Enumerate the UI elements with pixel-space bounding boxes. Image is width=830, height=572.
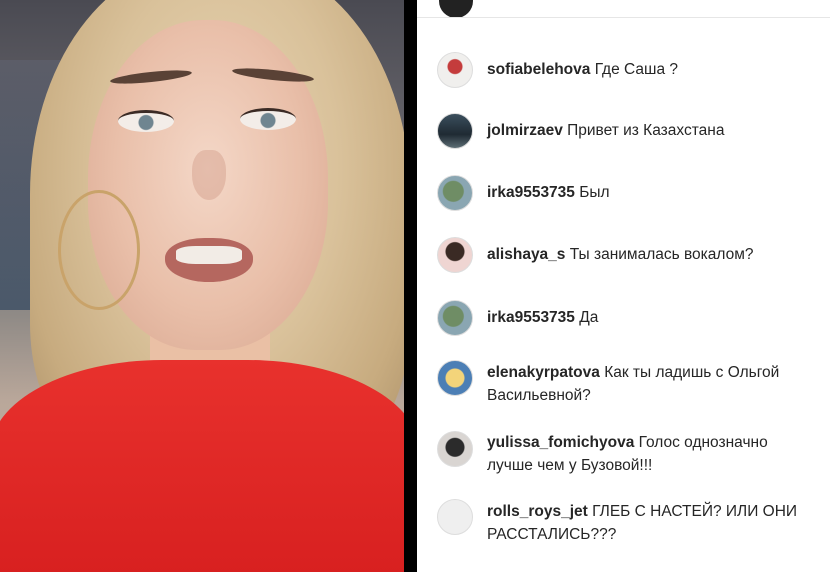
comment-text: Да: [579, 309, 599, 326]
comment-username[interactable]: irka9553735: [487, 184, 575, 201]
video-eye-right: [240, 108, 296, 130]
comment-text: Был: [579, 184, 610, 201]
comment-text: Ты занималась вокалом?: [569, 246, 754, 263]
comment-username[interactable]: rolls_roys_jet: [487, 503, 588, 520]
comment-item: sofiabelehova Где Саша ?: [437, 52, 827, 88]
video-eye-left: [118, 110, 174, 132]
live-video[interactable]: [0, 0, 404, 572]
video-nose: [192, 150, 226, 200]
comment-item: yulissa_fomichyova Голос однозначно лучш…: [437, 431, 827, 477]
avatar[interactable]: [437, 113, 473, 149]
comment-username[interactable]: jolmirzaev: [487, 122, 563, 139]
video-earring: [58, 190, 140, 310]
video-teeth: [176, 246, 242, 264]
avatar-partial: [439, 0, 473, 18]
video-shirt: [0, 360, 404, 572]
avatar[interactable]: [437, 237, 473, 273]
comment-username[interactable]: yulissa_fomichyova: [487, 434, 634, 451]
comment-username[interactable]: elenakyrpatova: [487, 364, 600, 381]
comments-top-divider: [417, 17, 830, 18]
default-avatar[interactable]: [437, 499, 473, 535]
avatar[interactable]: [437, 52, 473, 88]
avatar[interactable]: [437, 300, 473, 336]
comment-item: alishaya_s Ты занималась вокалом?: [437, 237, 827, 273]
comment-item: elenakyrpatova Как ты ладишь с Ольгой Ва…: [437, 360, 827, 407]
comment-username[interactable]: sofiabelehova: [487, 61, 590, 78]
comment-item: jolmirzaev Привет из Казахстана: [437, 113, 827, 149]
comment-item: irka9553735 Да: [437, 300, 827, 336]
comment-username[interactable]: irka9553735: [487, 309, 575, 326]
comment-item: irka9553735 Был: [437, 175, 827, 211]
comment-text: Где Саша ?: [594, 61, 678, 78]
avatar[interactable]: [437, 175, 473, 211]
comment-item: rolls_roys_jet ГЛЕБ С НАСТЕЙ? ИЛИ ОНИ РА…: [437, 499, 827, 546]
comments-panel[interactable]: sofiabelehova Где Саша ? jolmirzaev Прив…: [417, 0, 830, 572]
comment-text: Привет из Казахстана: [567, 122, 725, 139]
avatar[interactable]: [437, 431, 473, 467]
avatar[interactable]: [437, 360, 473, 396]
pane-divider: [404, 0, 417, 572]
comment-username[interactable]: alishaya_s: [487, 246, 565, 263]
